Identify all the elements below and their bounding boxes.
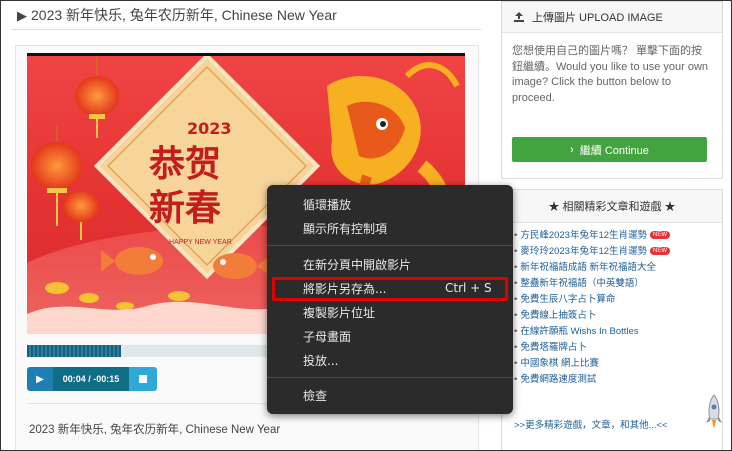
list-item[interactable]: • 免費網路速度測試 <box>514 372 670 388</box>
related-link[interactable]: 整蠱新年祝福語（中英雙語） <box>520 278 644 289</box>
menu-item-cast[interactable]: 投放... <box>267 348 513 372</box>
continue-button-label: 繼續 Continue <box>579 144 649 157</box>
list-item[interactable]: • 免費塔羅牌占卜 <box>514 340 670 356</box>
menu-separator <box>267 377 513 378</box>
menu-item-loop[interactable]: 循環播放 <box>267 192 513 216</box>
bullet-icon: • <box>514 246 518 257</box>
related-link[interactable]: 免費網路速度測試 <box>520 374 596 385</box>
time-display: 00:04 / -00:15 <box>53 367 129 391</box>
list-item[interactable]: • 整蠱新年祝福語（中英雙語） <box>514 276 670 292</box>
related-link[interactable]: 中國象棋 網上比賽 <box>520 358 599 369</box>
poster-subtitle: HAPPY NEW YEAR <box>169 239 232 246</box>
video-progress-fill <box>27 345 121 357</box>
bullet-icon: • <box>514 326 518 337</box>
menu-item-copy-video-address[interactable]: 複製影片位址 <box>267 300 513 324</box>
menu-item-picture-in-picture[interactable]: 子母畫面 <box>267 324 513 348</box>
lantern-left <box>31 56 119 240</box>
upload-panel: 上傳圖片 UPLOAD IMAGE 您想使用自己的圖片嗎？ 單擊下面的按鈕繼續。… <box>501 1 723 179</box>
list-item[interactable]: • 免費生辰八字占卜算命 <box>514 292 670 308</box>
bullet-icon: • <box>514 262 518 273</box>
related-panel: ★ 相關精彩文章和遊戲 ★ • 方民峰2023年兔年12生肖運勢 NEW • 麥玲玲2… <box>501 189 723 450</box>
page-title-text: 2023 新年快乐, 兔年农历新年, Chinese New Year <box>31 7 337 23</box>
play-button[interactable]: ▶ <box>27 367 53 391</box>
new-badge: NEW <box>650 247 671 256</box>
related-list: • 方民峰2023年兔年12生肖運勢 NEW • 麥玲玲2023年兔年12生肖運勢 NE… <box>514 228 671 388</box>
menu-item-open-in-new-tab[interactable]: 在新分頁中開啟影片 <box>267 252 513 276</box>
poster-year: 2023 <box>187 119 232 138</box>
upload-panel-header: 上傳圖片 UPLOAD IMAGE <box>502 2 722 33</box>
highlight-box <box>272 277 508 301</box>
related-link[interactable]: 在線許願瓶 Wishs In Bottles <box>520 326 638 337</box>
bullet-icon: • <box>514 342 518 353</box>
menu-separator <box>267 245 513 246</box>
video-controls: ▶ 00:04 / -00:15 <box>27 367 157 391</box>
list-item[interactable]: • 免費線上抽簽占卜 <box>514 308 670 324</box>
related-panel-header: ★ 相關精彩文章和遊戲 ★ <box>502 190 722 223</box>
continue-button[interactable]: › 繼續 Continue <box>512 137 707 162</box>
related-link[interactable]: 麥玲玲2023年兔年12生肖運勢 <box>520 246 647 257</box>
video-caption: 2023 新年快乐, 兔年农历新年, Chinese New Year <box>29 424 281 436</box>
list-item[interactable]: • 新年祝福語成語 新年祝福語大全 <box>514 260 670 276</box>
bullet-icon: • <box>514 230 518 241</box>
browser-page: ▶ 2023 新年快乐, 兔年农历新年, Chinese New Year 20… <box>0 0 732 451</box>
related-link[interactable]: 新年祝福語成語 新年祝福語大全 <box>520 262 656 273</box>
more-link[interactable]: >>更多精彩遊戲，文章，和其他...<< <box>514 417 668 431</box>
title-divider <box>11 29 481 30</box>
related-link[interactable]: 免費塔羅牌占卜 <box>520 342 587 353</box>
bullet-icon: • <box>514 294 518 305</box>
list-item[interactable]: • 中國象棋 網上比賽 <box>514 356 670 372</box>
related-link[interactable]: 免費生辰八字占卜算命 <box>520 294 615 305</box>
triangle-right-icon: ▶ <box>17 8 27 23</box>
list-item[interactable]: • 在線許願瓶 Wishs In Bottles <box>514 324 670 340</box>
fullscreen-button[interactable] <box>129 367 157 391</box>
bullet-icon: • <box>514 374 518 385</box>
bullet-icon: • <box>514 278 518 289</box>
upload-panel-description: 您想使用自己的圖片嗎？ 單擊下面的按鈕繼續。Would you like to … <box>512 45 709 104</box>
new-badge: NEW <box>650 231 671 240</box>
bullet-icon: • <box>514 358 518 369</box>
chevron-right-icon: › <box>570 143 574 156</box>
page-title: ▶ 2023 新年快乐, 兔年农历新年, Chinese New Year <box>17 5 337 25</box>
related-link[interactable]: 免費線上抽簽占卜 <box>520 310 596 321</box>
menu-item-inspect[interactable]: 檢查 <box>267 383 513 407</box>
poster-line1: 恭贺 <box>148 144 221 185</box>
list-item[interactable]: • 麥玲玲2023年兔年12生肖運勢 NEW <box>514 244 671 260</box>
related-link[interactable]: 方民峰2023年兔年12生肖運勢 <box>520 230 647 241</box>
back-to-top-rocket-icon[interactable] <box>704 393 724 433</box>
bullet-icon: • <box>514 310 518 321</box>
video-progress-bar[interactable] <box>27 345 267 357</box>
poster-line2: 新春 <box>149 188 221 229</box>
upload-panel-title: 上傳圖片 UPLOAD IMAGE <box>532 12 663 24</box>
fullscreen-icon <box>139 375 147 383</box>
upload-icon <box>514 12 524 22</box>
menu-item-show-controls[interactable]: 顯示所有控制項 <box>267 216 513 240</box>
play-icon: ▶ <box>36 373 44 385</box>
list-item[interactable]: • 方民峰2023年兔年12生肖運勢 NEW <box>514 228 671 244</box>
